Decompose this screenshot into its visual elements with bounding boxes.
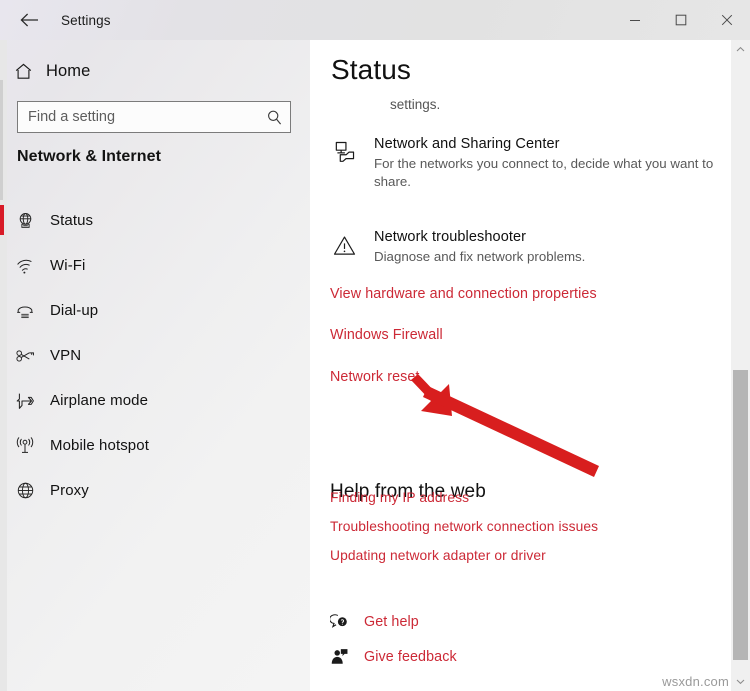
intro-text-tail: settings.: [390, 97, 441, 112]
weblink-troubleshooting-network-issues[interactable]: Troubleshooting network connection issue…: [330, 519, 598, 534]
window-title: Settings: [61, 12, 111, 28]
sidebar-item-mobile-hotspot[interactable]: Mobile hotspot: [0, 423, 310, 468]
sidebar-item-label: VPN: [50, 347, 82, 364]
main-scrollbar[interactable]: [731, 40, 750, 691]
search-box[interactable]: [17, 101, 291, 133]
watermark: wsxdn.com: [662, 674, 729, 689]
sidebar: Home Network & Internet: [0, 0, 310, 691]
setting-network-troubleshooter[interactable]: Network troubleshooter Diagnose and fix …: [328, 228, 728, 266]
footer-link-give-feedback[interactable]: Give feedback: [330, 648, 457, 666]
sidebar-home-label: Home: [46, 61, 91, 80]
sidebar-item-label: Status: [50, 212, 94, 229]
vpn-key-icon: [0, 348, 50, 364]
weblink-updating-network-adapter-driver[interactable]: Updating network adapter or driver: [330, 548, 546, 563]
home-icon: [0, 62, 46, 81]
chevron-up-icon[interactable]: [731, 40, 750, 59]
footer-link-label: Give feedback: [364, 649, 457, 665]
link-windows-firewall[interactable]: Windows Firewall: [330, 327, 443, 343]
sidebar-item-home[interactable]: Home: [0, 52, 310, 90]
hotspot-icon: [0, 436, 50, 455]
sidebar-item-dialup[interactable]: Dial-up: [0, 288, 310, 333]
sidebar-nav-list: Status Wi-Fi Dial-up VPN Airplane mode M…: [0, 198, 310, 513]
back-arrow-icon[interactable]: [9, 4, 51, 36]
window-controls: [612, 0, 750, 40]
dialup-phone-icon: [0, 302, 50, 320]
link-network-reset[interactable]: Network reset: [330, 369, 420, 385]
search-icon[interactable]: [258, 109, 290, 126]
sidebar-item-vpn[interactable]: VPN: [0, 333, 310, 378]
page-title: Status: [331, 54, 411, 85]
sidebar-item-label: Wi-Fi: [50, 257, 86, 274]
sidebar-item-status[interactable]: Status: [0, 198, 310, 243]
sidebar-item-proxy[interactable]: Proxy: [0, 468, 310, 513]
title-bar: Settings: [0, 0, 750, 40]
setting-description: For the networks you connect to, decide …: [374, 156, 714, 189]
main-scrollbar-thumb[interactable]: [733, 370, 748, 660]
sidebar-item-label: Proxy: [50, 482, 89, 499]
warning-triangle-icon: [328, 230, 360, 260]
globe-icon: [0, 481, 50, 500]
main-content: Status settings. Network and Sharing Cen…: [310, 40, 750, 691]
link-view-hardware-properties[interactable]: View hardware and connection properties: [330, 286, 597, 302]
network-status-icon: [0, 211, 50, 230]
sidebar-category-title: Network & Internet: [17, 148, 162, 165]
feedback-person-icon: [330, 648, 364, 666]
maximize-icon[interactable]: [658, 0, 704, 40]
setting-title: Network troubleshooter: [374, 229, 527, 245]
settings-window: Home Network & Internet: [0, 0, 750, 691]
setting-title: Network and Sharing Center: [374, 136, 560, 152]
footer-link-get-help[interactable]: Get help: [330, 613, 419, 631]
sidebar-item-label: Airplane mode: [50, 392, 149, 409]
wifi-icon: [0, 257, 50, 275]
airplane-icon: [0, 391, 50, 411]
chevron-down-icon[interactable]: [731, 672, 750, 691]
search-input[interactable]: [18, 109, 258, 125]
sidebar-item-label: Dial-up: [50, 302, 99, 319]
setting-description: Diagnose and fix network problems.: [374, 249, 586, 264]
setting-network-sharing-center[interactable]: Network and Sharing Center For the netwo…: [328, 135, 728, 191]
sidebar-scrollbar-thumb[interactable]: [0, 80, 3, 200]
question-bubble-icon: [330, 613, 364, 631]
minimize-icon[interactable]: [612, 0, 658, 40]
close-icon[interactable]: [704, 0, 750, 40]
weblink-finding-my-ip-address[interactable]: Finding my IP address: [330, 490, 469, 505]
sidebar-item-airplane-mode[interactable]: Airplane mode: [0, 378, 310, 423]
footer-link-label: Get help: [364, 614, 419, 630]
network-sharing-icon: [328, 137, 360, 167]
sidebar-item-label: Mobile hotspot: [50, 437, 149, 454]
sidebar-item-wifi[interactable]: Wi-Fi: [0, 243, 310, 288]
selection-indicator: [0, 205, 4, 235]
